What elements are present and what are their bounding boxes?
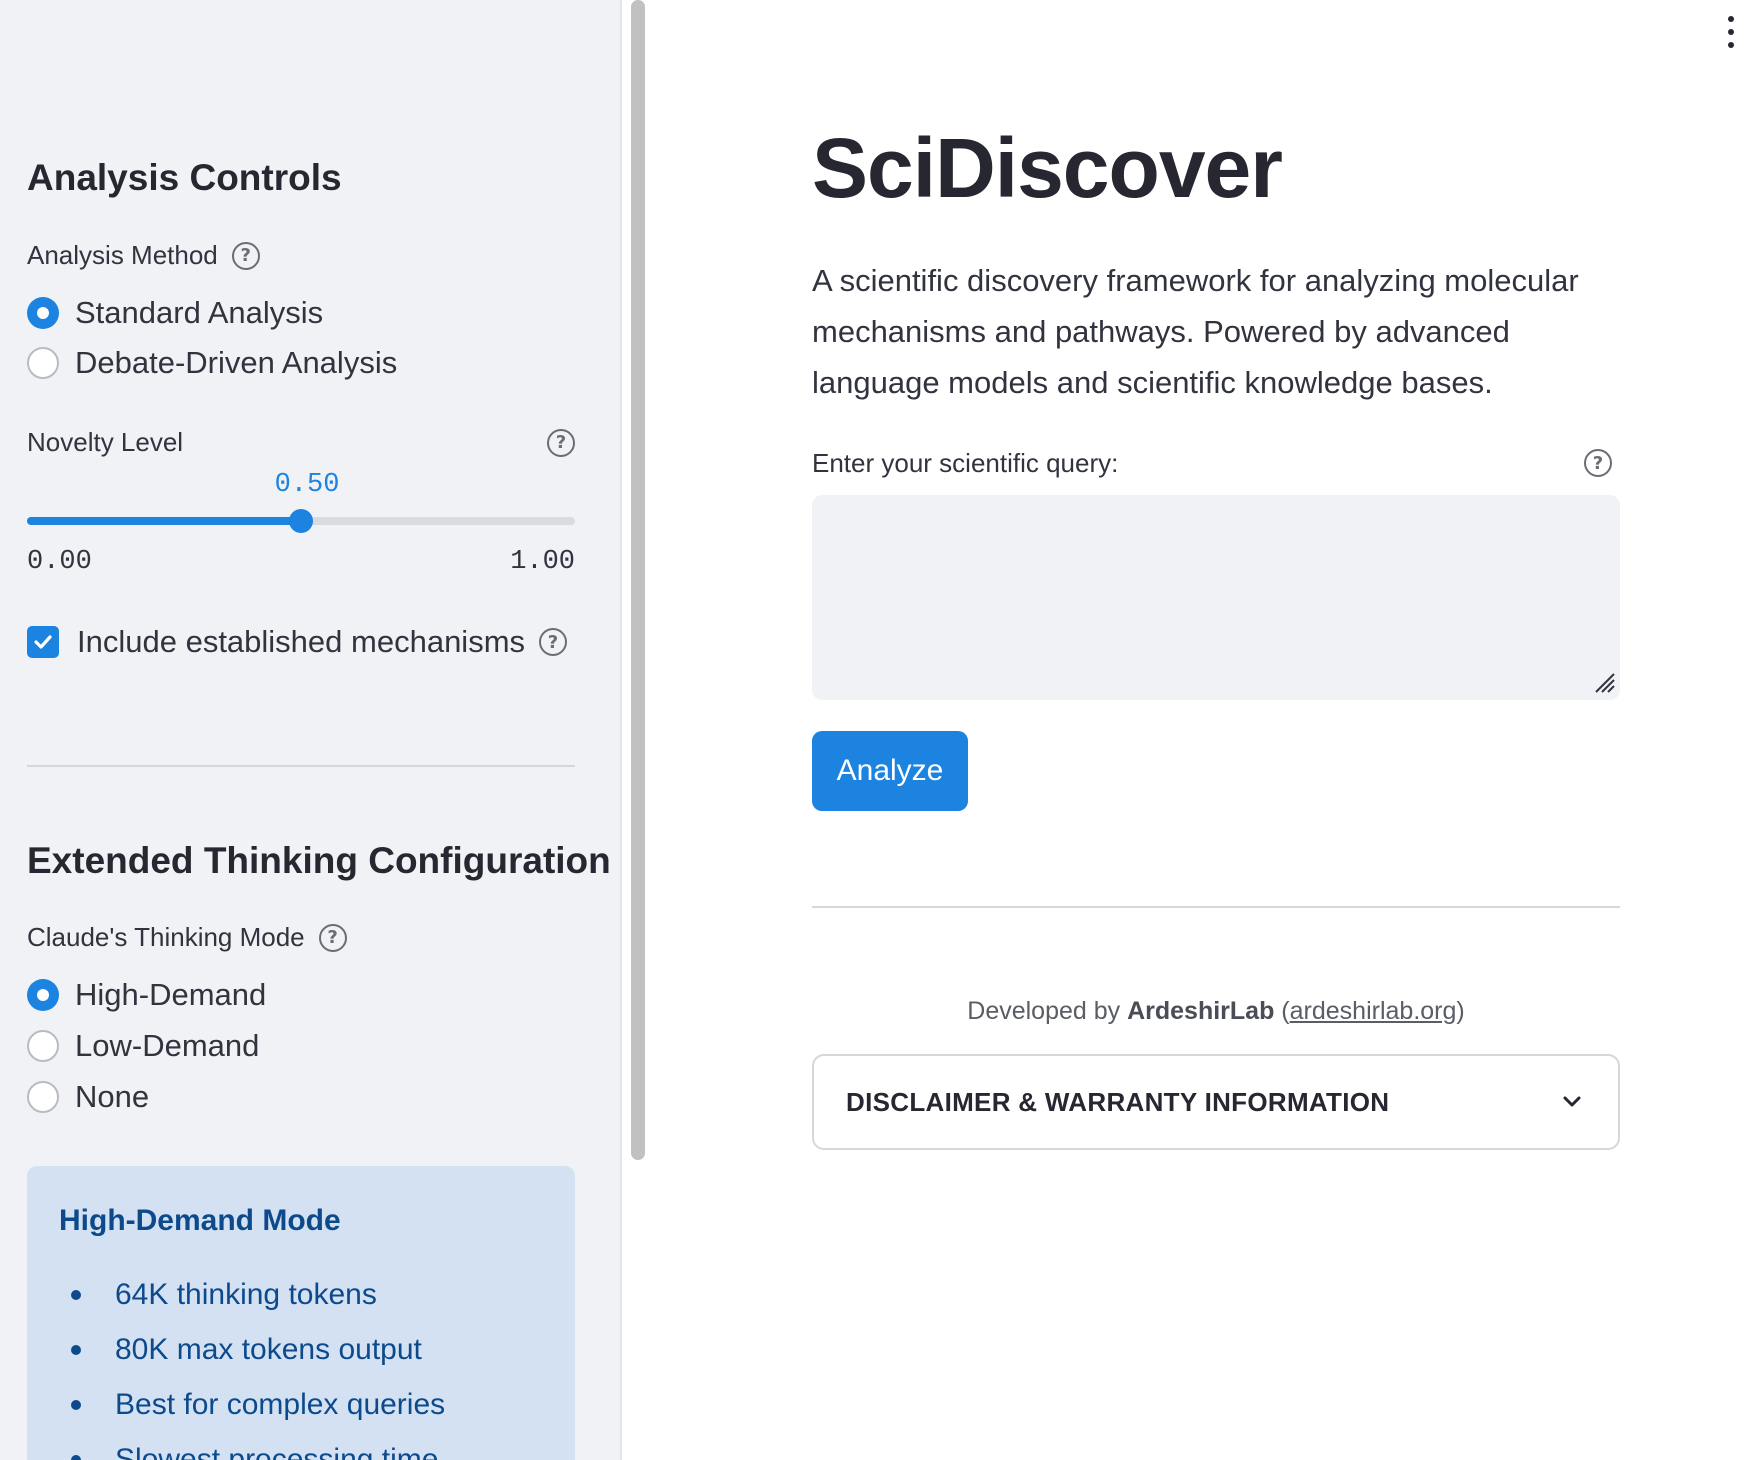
checkbox-label: Include established mechanisms [77,624,526,659]
info-list-item: Slowest processing time [59,1443,438,1460]
radio-label: High-Demand [75,977,267,1012]
thinking-mode-label-text: Claude's Thinking Mode [27,922,305,952]
analysis-controls-title: Analysis Controls [27,157,342,198]
radio-button-checked[interactable] [27,979,59,1011]
bullet-icon [71,1345,81,1355]
bullet-icon [71,1455,81,1460]
novelty-slider-fill [27,517,301,525]
radio-debate-driven-analysis[interactable]: Debate-Driven Analysis [27,345,397,381]
radio-button[interactable] [27,1081,59,1113]
slider-max: 1.00 [510,547,575,577]
info-item-text: 80K max tokens output [115,1333,422,1366]
info-item-text: Best for complex queries [115,1388,446,1421]
resize-grip-icon[interactable] [1592,670,1616,694]
app-description: A scientific discovery framework for ana… [812,263,1579,400]
credit-prefix: Developed by [967,997,1128,1025]
chevron-down-icon[interactable] [1558,1088,1586,1116]
radio-button[interactable] [27,1030,59,1062]
slider-value: 0.50 [274,470,340,500]
high-demand-info-box: High-Demand Mode 64K thinking tokens 80K… [27,1166,575,1460]
page-title: SciDiscover [812,121,1283,215]
radio-label: Debate-Driven Analysis [75,345,398,380]
disclaimer-label: DISCLAIMER & WARRANTY INFORMATION [846,1086,1390,1117]
sidebar-divider [27,765,575,767]
slider-min: 0.00 [27,547,92,577]
bullet-icon [71,1400,81,1410]
novelty-level-label-text: Novelty Level [27,427,184,457]
radio-label: Low-Demand [75,1028,260,1063]
radio-button-checked[interactable] [27,297,59,329]
bullet-icon [71,1290,81,1300]
radio-standard-analysis[interactable]: Standard Analysis [27,295,323,331]
info-box-title: High-Demand Mode [59,1204,341,1237]
info-item-text: Slowest processing time [115,1443,439,1460]
help-icon[interactable]: ? [1584,449,1612,477]
radio-label: Standard Analysis [75,295,324,330]
novelty-level-label: Novelty Level ? [27,427,575,458]
disclaimer-expander[interactable]: DISCLAIMER & WARRANTY INFORMATION [812,1054,1620,1150]
thinking-mode-label: Claude's Thinking Mode ? [27,922,347,953]
sidebar-scrollbar[interactable] [631,0,645,1160]
help-icon[interactable]: ? [231,241,260,270]
sidebar: Analysis Controls Analysis Method ? Stan… [0,0,622,1460]
scientific-query-input[interactable] [812,495,1620,700]
info-list-item: Best for complex queries [59,1388,445,1422]
info-list-item: 64K thinking tokens [59,1278,377,1312]
radio-low-demand[interactable]: Low-Demand [27,1028,259,1064]
radio-label: None [75,1079,150,1114]
radio-high-demand[interactable]: High-Demand [27,977,266,1013]
developer-credit: Developed by ArdeshirLab (ardeshirlab.or… [967,997,1465,1025]
credit-link[interactable]: ardeshirlab.org [1290,997,1457,1025]
credit-org: ArdeshirLab [1127,997,1275,1025]
help-icon[interactable]: ? [547,428,575,457]
analyze-button[interactable]: Analyze [812,731,968,811]
novelty-slider-thumb[interactable] [289,509,313,533]
help-icon[interactable]: ? [318,923,347,952]
include-established-checkbox[interactable]: Include established mechanisms ? [27,624,568,660]
main-content: SciDiscover A scientific discovery frame… [652,0,1760,1460]
main-divider [812,906,1620,908]
help-icon[interactable]: ? [539,628,568,656]
extended-thinking-title: Extended Thinking Configuration [27,840,611,881]
radio-none[interactable]: None [27,1079,149,1115]
query-label: Enter your scientific query: [812,448,1119,478]
radio-button[interactable] [27,347,59,379]
analysis-method-label: Analysis Method ? [27,240,260,271]
check-icon[interactable] [27,626,59,658]
analysis-method-label-text: Analysis Method [27,240,218,270]
info-item-text: 64K thinking tokens [115,1278,377,1311]
info-list-item: 80K max tokens output [59,1333,422,1367]
